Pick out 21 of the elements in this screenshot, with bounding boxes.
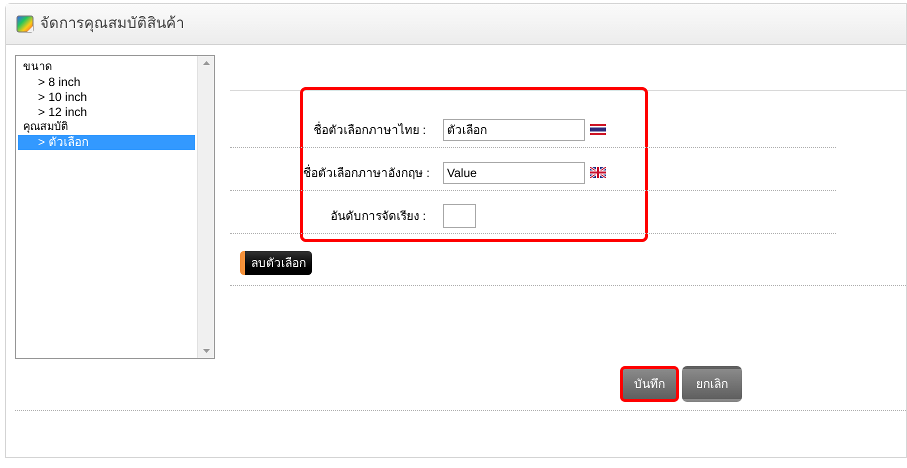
input-field[interactable]: ตัวเลือก xyxy=(443,118,585,140)
color-palette-icon xyxy=(16,15,34,33)
tree-item[interactable]: ขนาด xyxy=(18,60,195,75)
delete-option-button[interactable]: ลบตัวเลือก xyxy=(240,251,312,275)
tree-item[interactable]: > 8 inch xyxy=(18,75,195,90)
window-title: จัดการคุณสมบัติสินค้า xyxy=(40,14,184,34)
scroll-up-icon[interactable] xyxy=(202,61,210,65)
scrollbar[interactable] xyxy=(197,56,214,358)
input-field[interactable]: Value xyxy=(443,162,585,184)
save-button[interactable]: บันทึก xyxy=(620,366,679,402)
flag-icon xyxy=(590,124,606,135)
flag-icon xyxy=(590,167,606,178)
scroll-down-icon[interactable] xyxy=(202,349,210,353)
field-label: อันดับการจัดเรียง : xyxy=(329,208,427,224)
tree-item[interactable]: คุณสมบัติ xyxy=(18,120,195,135)
field-label: ชื่อตัวเลือกภาษาไทย : xyxy=(312,120,427,138)
tree-item[interactable]: > 12 inch xyxy=(18,105,195,120)
cancel-button[interactable]: ยกเลิก xyxy=(682,366,742,402)
field-label: ชื่อตัวเลือกภาษาอังกฤษ : xyxy=(303,164,431,182)
input-field[interactable] xyxy=(443,204,476,228)
tree-item[interactable]: > 10 inch xyxy=(18,90,195,105)
